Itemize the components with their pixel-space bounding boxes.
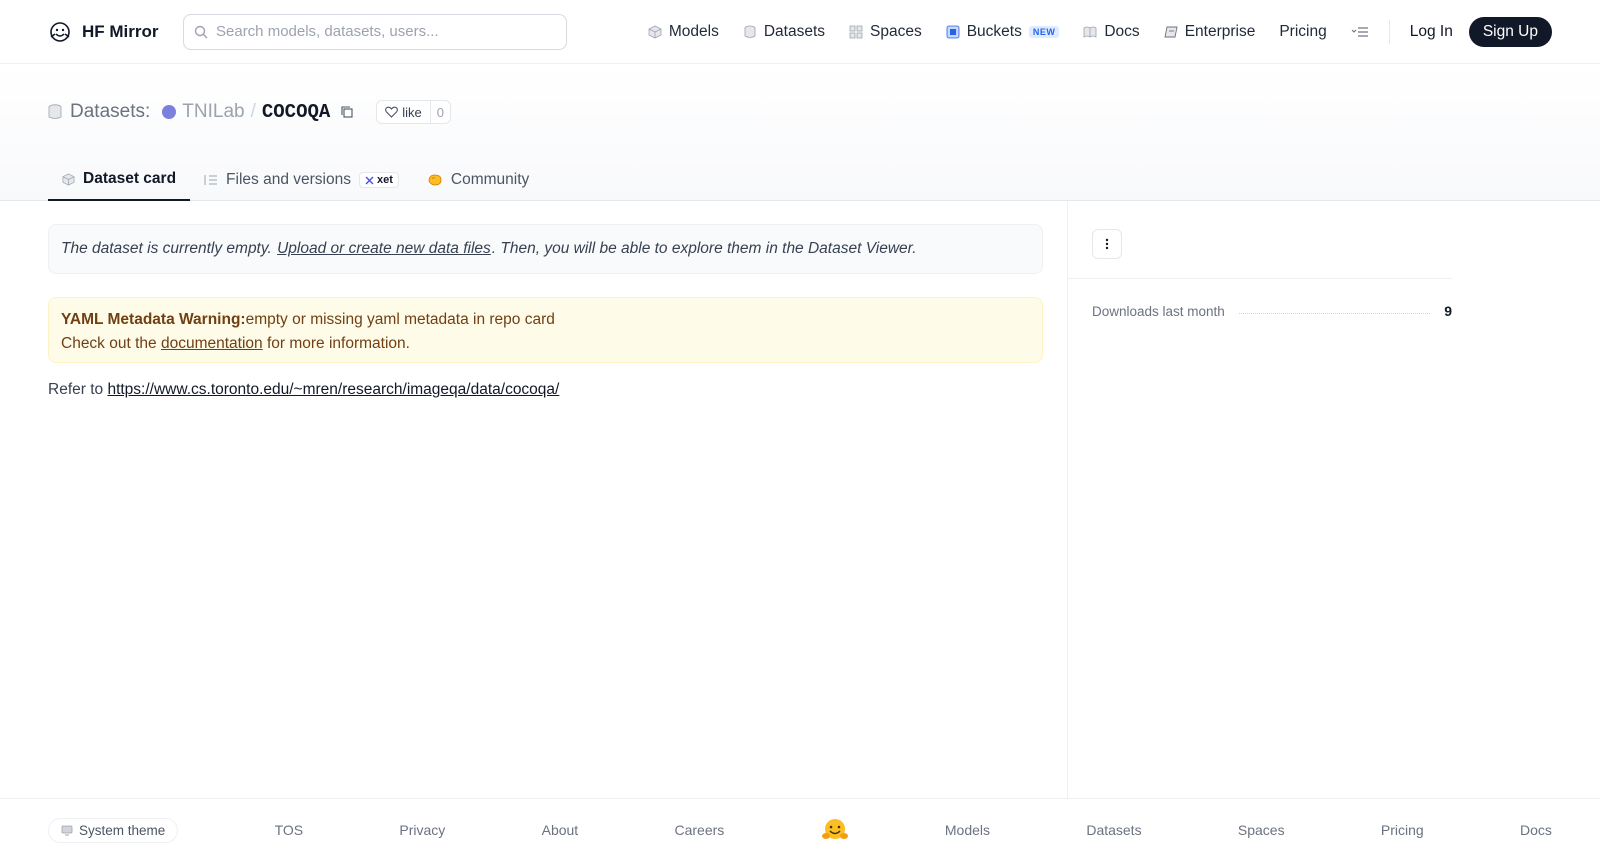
bucket-icon [946,25,960,38]
tab-dataset-card-label: Dataset card [83,170,177,187]
hugging-face-logo-icon [50,21,70,42]
like-count[interactable]: 0 [429,101,450,123]
nav-spaces[interactable]: Spaces [849,23,922,41]
book-icon [1083,26,1097,38]
cube-icon [648,25,662,38]
nav-models[interactable]: Models [648,23,719,41]
brand[interactable]: HF Mirror [48,20,183,44]
downloads-label: Downloads last month [1092,303,1225,319]
signup-button[interactable]: Sign Up [1468,16,1552,47]
system-theme-label: System theme [79,822,166,838]
hugging-face-emoji-icon[interactable] [821,817,849,843]
like-main[interactable]: like [377,101,430,123]
login-link[interactable]: Log In [1410,23,1453,41]
grid-icon [849,25,863,38]
nav-divider [1388,19,1390,44]
yaml-metadata-warning: YAML Metadata Warning:empty or missing y… [48,297,1043,363]
nav-enterprise-label: Enterprise [1184,22,1256,40]
cocoqa-source-link[interactable]: https://www.cs.toronto.edu/~mren/researc… [107,381,559,398]
more-vertical-icon [1105,238,1109,250]
monitor-icon [61,825,73,835]
footer-link-privacy[interactable]: Privacy [399,822,445,838]
xet-badge: xet [358,172,399,188]
database-icon [48,104,62,119]
repo-tabs: Dataset card Files and versions xet Comm… [48,159,543,201]
warning-line2-after: for more information. [266,335,410,352]
more-menu-button[interactable] [1351,25,1369,39]
warning-message: empty or missing yaml metadata in repo c… [245,311,555,328]
owner-avatar [162,105,177,119]
community-icon [428,174,442,186]
database-icon [744,25,756,38]
search-icon [194,25,208,38]
nav-pricing-label: Pricing [1279,22,1327,40]
top-navbar: HF Mirror Models Datasets Spaces Buckets… [0,0,1600,64]
new-badge: NEW [1028,25,1060,38]
upload-files-link[interactable]: Upload or create new data files [277,240,491,258]
footer-link-datasets[interactable]: Datasets [1086,822,1141,838]
sidebar-options-button[interactable] [1092,229,1122,259]
nav-pricing[interactable]: Pricing [1279,23,1326,41]
enterprise-icon [1164,26,1178,37]
warning-title: YAML Metadata Warning: [61,311,246,328]
footer-link-about[interactable]: About [542,822,579,838]
footer-link-tos[interactable]: TOS [275,822,304,838]
warning-line-2: Check out the documentation for more inf… [61,332,1030,356]
nav-buckets[interactable]: Buckets NEW [946,23,1060,41]
dotted-leader [1238,312,1431,314]
tab-dataset-card[interactable]: Dataset card [48,159,191,201]
repo-name[interactable]: COCOQA [262,101,330,123]
repo-kind-label: Datasets: [70,101,151,122]
menu-icon [1351,26,1368,37]
copy-icon[interactable] [340,105,354,119]
tab-community[interactable]: Community [413,159,543,201]
warning-line2-before: Check out the [61,335,157,352]
sidebar-divider [1067,201,1068,798]
heart-icon [385,106,399,118]
tab-files-label: Files and versions [226,171,351,188]
tab-files-and-versions[interactable]: Files and versions xet [190,159,413,201]
brand-name: HF Mirror [82,21,159,41]
search-input[interactable] [216,23,556,40]
files-icon [204,175,218,185]
footer-link-models[interactable]: Models [945,822,990,838]
empty-note-text: The dataset is currently empty. [61,240,272,257]
like-button[interactable]: like 0 [376,100,452,124]
refer-prefix: Refer to [48,381,104,398]
xet-label: xet [376,174,393,186]
nav-docs[interactable]: Docs [1083,22,1140,41]
warning-line-1: YAML Metadata Warning:empty or missing y… [61,308,1030,332]
empty-note-text-after: . Then, you will be able to explore them… [491,240,917,257]
repo-kind[interactable]: Datasets: [48,101,150,123]
footer: System theme TOS Privacy About Careers M… [0,798,1600,861]
footer-link-docs[interactable]: Docs [1520,822,1552,838]
documentation-link[interactable]: documentation [161,335,263,352]
nav-enterprise[interactable]: Enterprise [1164,22,1256,41]
footer-link-pricing[interactable]: Pricing [1381,822,1424,838]
empty-dataset-notice: The dataset is currently empty. Upload o… [48,224,1043,274]
repo-title: Datasets: TNILab / COCOQA like 0 [48,100,452,124]
downloads-value: 9 [1444,303,1452,319]
path-separator: / [250,101,256,122]
nav-datasets[interactable]: Datasets [743,23,825,41]
nav-buckets-label: Buckets [966,22,1022,40]
footer-link-spaces[interactable]: Spaces [1238,822,1285,838]
tab-community-label: Community [450,171,530,188]
nav-spaces-label: Spaces [870,22,922,40]
downloads-stat: Downloads last month 9 [1092,303,1452,319]
repo-owner[interactable]: TNILab [182,101,244,123]
nav-datasets-label: Datasets [763,22,826,40]
sidebar-separator [1068,278,1452,279]
system-theme-button[interactable]: System theme [48,817,179,843]
main-nav: Models Datasets Spaces Buckets NEW Docs … [648,16,1552,47]
nav-models-label: Models [668,22,719,40]
refer-paragraph: Refer to https://www.cs.toronto.edu/~mre… [48,381,559,399]
xet-icon [365,176,374,184]
repo-header: Datasets: TNILab / COCOQA like 0 Dataset… [0,64,1600,201]
footer-link-careers[interactable]: Careers [675,822,725,838]
cube-icon [62,173,75,185]
nav-docs-label: Docs [1104,22,1140,40]
like-label: like [402,104,422,120]
search-box[interactable] [183,13,567,50]
